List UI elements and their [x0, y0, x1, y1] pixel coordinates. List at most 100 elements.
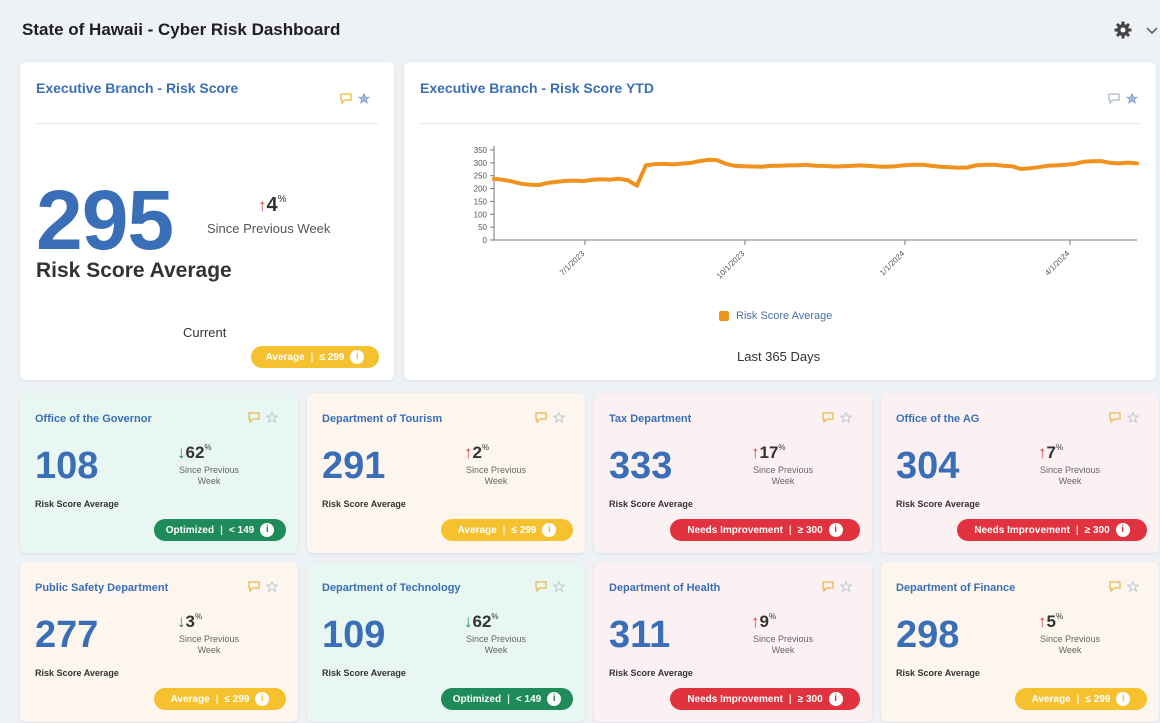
- info-icon[interactable]: i: [542, 523, 557, 537]
- arrow-up-icon: ↑: [1038, 612, 1047, 631]
- risk-score-value: 109: [322, 614, 386, 656]
- info-icon[interactable]: i: [547, 692, 562, 706]
- comment-icon[interactable]: [1109, 412, 1121, 423]
- since-previous-week: Since Previous Week: [465, 465, 527, 486]
- arrow-down-icon: ↓: [177, 612, 186, 631]
- change-unit: %: [204, 443, 212, 452]
- risk-score-value: 291: [322, 445, 386, 487]
- star-icon[interactable]: [1127, 412, 1139, 423]
- star-icon[interactable]: [553, 581, 565, 592]
- risk-score-change: ↑7%: [1038, 443, 1063, 463]
- status-label: Optimized: [165, 524, 215, 536]
- star-icon[interactable]: [266, 581, 278, 592]
- risk-score-label: Risk Score Average: [35, 668, 119, 678]
- info-icon[interactable]: i: [828, 692, 843, 706]
- status-badge[interactable]: Average | ≤ 299 i: [1015, 688, 1147, 710]
- department-name: Public Safety Department: [35, 582, 169, 594]
- star-icon[interactable]: [840, 581, 852, 592]
- star-icon[interactable]: [1126, 93, 1138, 104]
- since-previous-week: Since Previous Week: [178, 634, 240, 655]
- status-label: Needs Improvement: [974, 524, 1070, 536]
- star-icon[interactable]: [1127, 581, 1139, 592]
- risk-score-label: Risk Score Average: [609, 668, 693, 678]
- legend-swatch: [719, 311, 729, 321]
- arrow-up-icon: ↑: [258, 196, 267, 215]
- risk-score-change: ↓3%: [177, 612, 202, 632]
- info-icon[interactable]: i: [255, 692, 270, 706]
- status-badge[interactable]: Average | ≤ 299 i: [441, 519, 573, 541]
- change-value: 2: [472, 443, 482, 462]
- risk-score-label: Risk Score Average: [35, 499, 119, 509]
- since-previous-week: Since Previous Week: [1039, 465, 1101, 486]
- card-actions: [248, 581, 278, 592]
- star-icon[interactable]: [266, 412, 278, 423]
- status-badge[interactable]: Needs Improvement | ≥ 300 i: [957, 519, 1147, 541]
- department-card: Department of Health 311 ↑9% Since Previ…: [594, 562, 872, 722]
- department-card: Public Safety Department 277 ↓3% Since P…: [20, 562, 298, 722]
- chart-legend[interactable]: Risk Score Average: [719, 310, 832, 322]
- comment-icon[interactable]: [340, 93, 352, 104]
- card-actions: [535, 581, 565, 592]
- star-icon[interactable]: [840, 412, 852, 423]
- status-badge[interactable]: Average | ≤ 299 i: [154, 688, 286, 710]
- department-card: Tax Department 333 ↑17% Since Previous W…: [594, 393, 872, 553]
- department-card: Office of the AG 304 ↑7% Since Previous …: [881, 393, 1159, 553]
- department-card: Department of Technology 109 ↓62% Since …: [307, 562, 585, 722]
- status-label: Optimized: [452, 693, 502, 705]
- comment-icon[interactable]: [1109, 581, 1121, 592]
- star-icon[interactable]: [553, 412, 565, 423]
- comment-icon[interactable]: [822, 412, 834, 423]
- comment-icon[interactable]: [535, 412, 547, 423]
- risk-score-change: ↑17%: [751, 443, 786, 463]
- badge-separator: |: [1076, 693, 1080, 705]
- status-threshold: ≥ 300: [797, 693, 823, 705]
- comment-icon[interactable]: [248, 412, 260, 423]
- y-tick-label: 50: [478, 223, 487, 232]
- change-unit: %: [1055, 612, 1064, 621]
- gear-icon[interactable]: [1113, 20, 1133, 40]
- comment-icon[interactable]: [248, 581, 260, 592]
- change-value: 62: [472, 612, 492, 631]
- status-threshold: ≤ 299: [224, 693, 250, 705]
- status-threshold: ≤ 299: [319, 351, 345, 363]
- info-icon[interactable]: i: [828, 523, 843, 537]
- chart-footer: Last 365 Days: [737, 349, 821, 364]
- department-card: Department of Finance 298 ↑5% Since Prev…: [881, 562, 1159, 722]
- status-badge[interactable]: Optimized | < 149 i: [154, 519, 286, 541]
- comment-icon[interactable]: [1108, 93, 1120, 104]
- status-threshold: ≥ 300: [1084, 524, 1110, 536]
- badge-separator: |: [507, 693, 510, 705]
- current-label: Current: [183, 325, 227, 340]
- badge-separator: |: [502, 524, 506, 536]
- arrow-up-icon: ↑: [1038, 443, 1047, 462]
- risk-score-value: 108: [35, 445, 99, 487]
- card-divider: [420, 123, 1140, 124]
- chevron-down-icon[interactable]: [1146, 26, 1158, 36]
- card-actions: [822, 412, 852, 423]
- risk-score-value: 277: [35, 614, 99, 656]
- comment-icon[interactable]: [822, 581, 834, 592]
- status-badge[interactable]: Needs Improvement | ≥ 300 i: [670, 519, 860, 541]
- comment-icon[interactable]: [535, 581, 547, 592]
- status-badge[interactable]: Average | ≤ 299 i: [251, 346, 379, 368]
- page-title: State of Hawaii - Cyber Risk Dashboard: [22, 20, 341, 39]
- status-label: Average: [1031, 693, 1071, 705]
- card-actions: [822, 581, 852, 592]
- info-icon[interactable]: i: [350, 350, 365, 364]
- card-divider: [36, 123, 378, 124]
- info-icon[interactable]: i: [1115, 523, 1130, 537]
- status-threshold: ≤ 299: [511, 524, 537, 536]
- exec-risk-score-change: ↑4%: [258, 194, 287, 217]
- status-label: Average: [457, 524, 497, 536]
- since-previous-week: Since Previous Week: [1039, 634, 1101, 655]
- y-tick-label: 200: [474, 185, 488, 194]
- status-threshold: ≥ 300: [797, 524, 823, 536]
- status-badge[interactable]: Optimized | < 149 i: [441, 688, 573, 710]
- risk-score-change: ↓62%: [464, 612, 499, 632]
- status-badge[interactable]: Needs Improvement | ≥ 300 i: [670, 688, 860, 710]
- star-icon[interactable]: [358, 93, 370, 104]
- card-actions: [340, 93, 370, 104]
- risk-score-value: 304: [896, 445, 960, 487]
- info-icon[interactable]: i: [1116, 692, 1131, 706]
- info-icon[interactable]: i: [260, 523, 275, 537]
